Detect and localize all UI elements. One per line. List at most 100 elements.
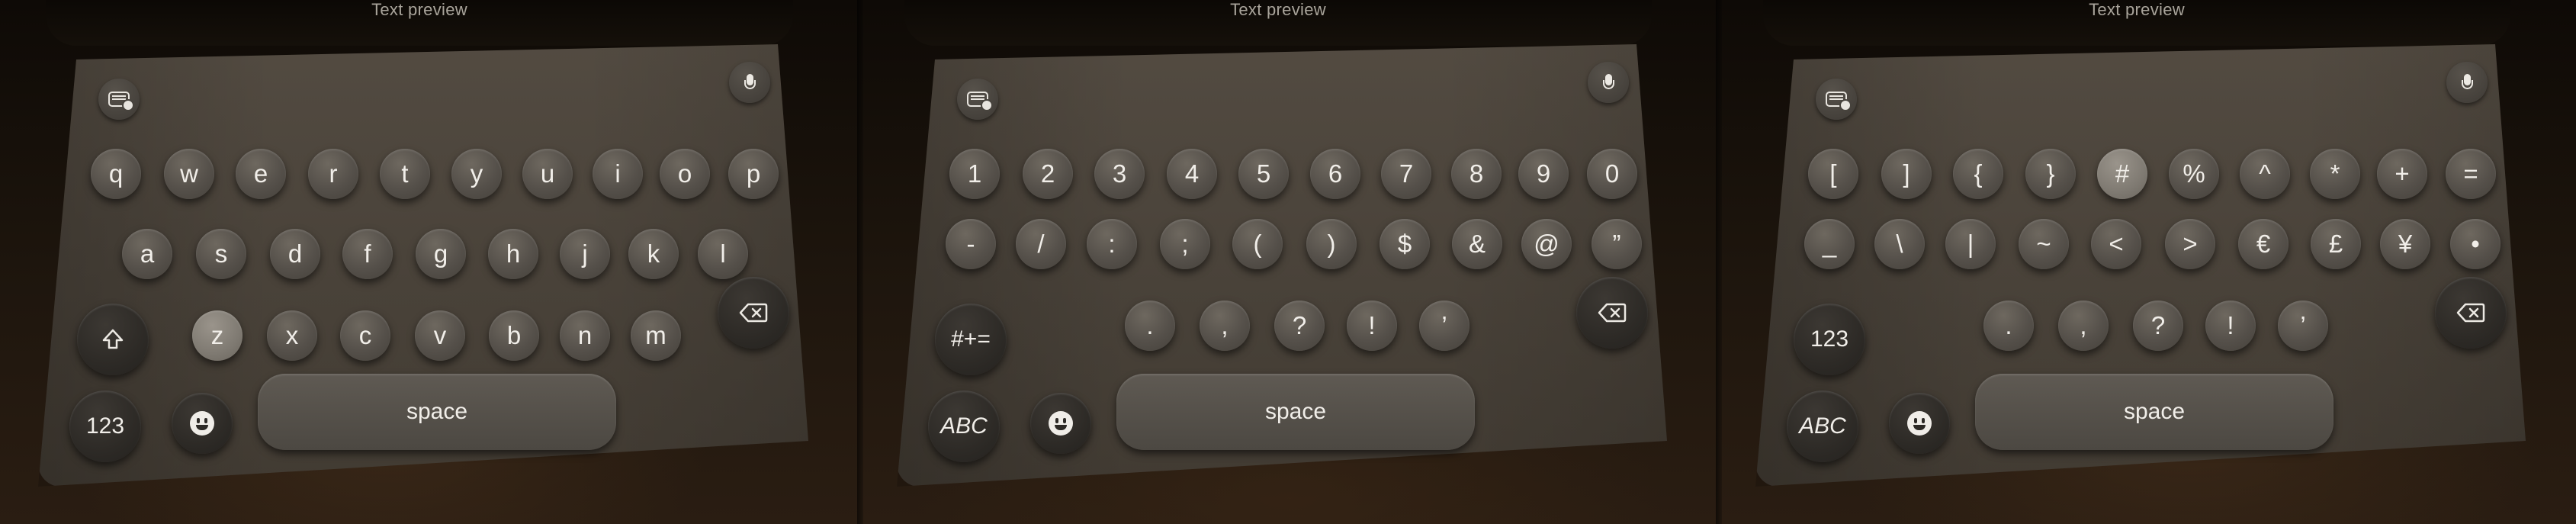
key-symbols-r1-c2[interactable]: | <box>1945 219 1996 269</box>
key-symbols-r0-c0[interactable]: [ <box>1808 149 1858 199</box>
key-numbers-r1-c0[interactable]: - <box>946 219 996 269</box>
key-numbers-r0-c4[interactable]: 5 <box>1238 149 1289 199</box>
key-symbols-r1-c0[interactable]: _ <box>1804 219 1855 269</box>
key-symbols-r2-c3[interactable]: ! <box>2205 301 2256 351</box>
emoji-button[interactable] <box>1030 393 1091 454</box>
dictation-button[interactable] <box>729 62 770 103</box>
key-symbols-r2-c0[interactable]: . <box>1983 301 2034 351</box>
key-letters-r2-c0[interactable]: z <box>192 310 243 361</box>
mode-switch-button[interactable]: 123 <box>69 391 141 462</box>
key-letters-r0-c8[interactable]: o <box>660 149 710 199</box>
key-numbers-r1-c8[interactable]: @ <box>1521 219 1572 269</box>
key-numbers-r2-c2[interactable]: ? <box>1274 301 1325 351</box>
delete-button[interactable] <box>2435 277 2507 349</box>
shift-button[interactable] <box>77 304 149 375</box>
key-letters-r0-c7[interactable]: i <box>593 149 643 199</box>
key-letters-r1-c5[interactable]: h <box>488 229 538 279</box>
space-bar[interactable]: space <box>1975 374 2333 450</box>
key-numbers-r2-c1[interactable]: , <box>1200 301 1250 351</box>
key-symbols-r2-c4[interactable]: ’ <box>2278 301 2328 351</box>
symbol-toggle-button[interactable]: #+= <box>935 304 1007 375</box>
key-letters-r1-c6[interactable]: j <box>560 229 610 279</box>
key-numbers-r1-c5[interactable]: ) <box>1306 219 1357 269</box>
key-letters-r0-c2[interactable]: e <box>236 149 286 199</box>
key-symbols-r1-c6[interactable]: € <box>2238 219 2289 269</box>
key-letters-r0-c5[interactable]: y <box>451 149 502 199</box>
key-numbers-r0-c6[interactable]: 7 <box>1381 149 1431 199</box>
key-numbers-r1-c3[interactable]: ; <box>1160 219 1210 269</box>
key-numbers-r1-c2[interactable]: : <box>1087 219 1137 269</box>
key-symbols-r1-c5[interactable]: > <box>2165 219 2215 269</box>
symbol-toggle-button[interactable]: 123 <box>1794 304 1865 375</box>
key-letters-r0-c9[interactable]: p <box>728 149 779 199</box>
key-letters-r1-c4[interactable]: g <box>416 229 466 279</box>
key-symbols-r0-c4[interactable]: # <box>2097 149 2147 199</box>
key-letters-r2-c6[interactable]: m <box>631 310 681 361</box>
dictation-button[interactable] <box>1588 62 1629 103</box>
key-numbers-r0-c0[interactable]: 1 <box>949 149 1000 199</box>
key-letters-r0-c4[interactable]: t <box>380 149 430 199</box>
key-symbols-r1-c3[interactable]: ~ <box>2019 219 2069 269</box>
key-symbols-r0-c5[interactable]: % <box>2169 149 2219 199</box>
microphone-icon <box>2462 74 2473 91</box>
key-symbols-r1-c9[interactable]: • <box>2450 219 2501 269</box>
key-numbers-r0-c5[interactable]: 6 <box>1310 149 1360 199</box>
key-symbols-r1-c1[interactable]: \ <box>1874 219 1925 269</box>
emoji-button[interactable] <box>1889 393 1950 454</box>
key-numbers-r0-c7[interactable]: 8 <box>1451 149 1502 199</box>
space-bar[interactable]: space <box>1116 374 1475 450</box>
key-letters-r0-c3[interactable]: r <box>308 149 358 199</box>
key-symbols-r0-c2[interactable]: { <box>1953 149 2003 199</box>
key-numbers-r0-c3[interactable]: 4 <box>1167 149 1217 199</box>
key-letters-r0-c6[interactable]: u <box>522 149 573 199</box>
key-letters-r1-c7[interactable]: k <box>628 229 679 279</box>
key-letters-r1-c0[interactable]: a <box>122 229 172 279</box>
key-symbols-r0-c3[interactable]: } <box>2025 149 2076 199</box>
keyboard-dismiss-button[interactable] <box>957 79 998 120</box>
delete-button[interactable] <box>718 277 789 349</box>
delete-button[interactable] <box>1576 277 1648 349</box>
key-letters-r1-c2[interactable]: d <box>270 229 320 279</box>
key-letters-r2-c5[interactable]: n <box>560 310 610 361</box>
key-numbers-r0-c2[interactable]: 3 <box>1094 149 1145 199</box>
key-letters-r2-c3[interactable]: v <box>415 310 465 361</box>
key-numbers-r0-c1[interactable]: 2 <box>1023 149 1073 199</box>
key-numbers-r1-c6[interactable]: $ <box>1380 219 1430 269</box>
key-letters-r2-c1[interactable]: x <box>267 310 317 361</box>
key-numbers-r0-c9[interactable]: 0 <box>1587 149 1637 199</box>
key-symbols-r0-c9[interactable]: = <box>2446 149 2496 199</box>
keyboard-dismiss-button[interactable] <box>1816 79 1857 120</box>
key-symbols-r0-c6[interactable]: ^ <box>2240 149 2290 199</box>
key-letters-r1-c3[interactable]: f <box>342 229 393 279</box>
delete-backward-icon <box>739 303 768 323</box>
emoji-button[interactable] <box>172 393 233 454</box>
key-symbols-r0-c1[interactable]: ] <box>1881 149 1932 199</box>
key-numbers-r1-c4[interactable]: ( <box>1232 219 1283 269</box>
key-numbers-r1-c7[interactable]: & <box>1452 219 1502 269</box>
text-preview-bar: Text preview <box>904 0 1652 46</box>
key-symbols-r0-c7[interactable]: * <box>2310 149 2360 199</box>
key-numbers-r1-c9[interactable]: ” <box>1592 219 1642 269</box>
key-symbols-r1-c7[interactable]: £ <box>2311 219 2361 269</box>
key-symbols-r0-c8[interactable]: + <box>2377 149 2427 199</box>
mode-switch-button[interactable]: ABC <box>928 391 1000 462</box>
key-letters-r0-c0[interactable]: q <box>91 149 141 199</box>
dictation-button[interactable] <box>2446 62 2488 103</box>
key-letters-r1-c1[interactable]: s <box>196 229 246 279</box>
key-numbers-r1-c1[interactable]: / <box>1016 219 1066 269</box>
key-numbers-r0-c8[interactable]: 9 <box>1518 149 1569 199</box>
key-numbers-r2-c3[interactable]: ! <box>1347 301 1397 351</box>
key-numbers-r2-c0[interactable]: . <box>1125 301 1175 351</box>
key-symbols-r1-c8[interactable]: ¥ <box>2380 219 2430 269</box>
key-letters-r2-c2[interactable]: c <box>340 310 390 361</box>
key-letters-r2-c4[interactable]: b <box>489 310 539 361</box>
space-bar[interactable]: space <box>258 374 616 450</box>
key-letters-r1-c8[interactable]: l <box>698 229 748 279</box>
keyboard-dismiss-button[interactable] <box>98 79 140 120</box>
key-symbols-r2-c2[interactable]: ? <box>2133 301 2183 351</box>
key-letters-r0-c1[interactable]: w <box>164 149 214 199</box>
key-symbols-r2-c1[interactable]: , <box>2058 301 2109 351</box>
mode-switch-button[interactable]: ABC <box>1787 391 1858 462</box>
key-symbols-r1-c4[interactable]: < <box>2091 219 2141 269</box>
key-numbers-r2-c4[interactable]: ’ <box>1419 301 1469 351</box>
